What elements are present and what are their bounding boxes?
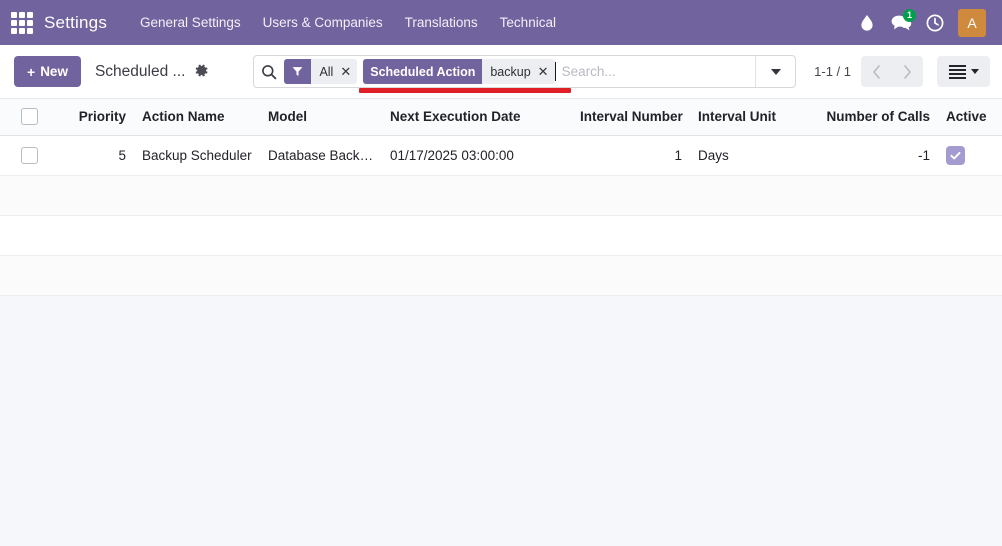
- table-header: Priority Action Name Model Next Executio…: [0, 99, 1002, 136]
- breadcrumb: Scheduled ...: [95, 63, 209, 81]
- search-facet-all-remove[interactable]: ✕: [340, 65, 351, 78]
- table-row[interactable]: 5 Backup Scheduler Database Backup 01/17…: [0, 135, 1002, 176]
- water-drop-icon: [861, 14, 873, 31]
- chevron-right-icon: [904, 64, 911, 79]
- pager-count[interactable]: 1-1 / 1: [814, 64, 855, 79]
- search-view: All ✕ Scheduled Action backup ✕: [253, 55, 797, 93]
- messages-button[interactable]: 1: [886, 8, 916, 38]
- breadcrumb-title[interactable]: Scheduled ...: [95, 63, 185, 81]
- search-icon: [254, 56, 284, 87]
- table-filler-row: [0, 255, 1002, 296]
- table-filler-row: [0, 175, 1002, 216]
- column-header-interval-unit[interactable]: Interval Unit: [690, 99, 818, 136]
- chevron-left-icon: [873, 64, 880, 79]
- search-dropdown-toggle[interactable]: [755, 56, 795, 87]
- list-view: Priority Action Name Model Next Executio…: [0, 99, 1002, 296]
- table-filler-cell: [0, 175, 1002, 216]
- table-header-row: Priority Action Name Model Next Executio…: [0, 99, 1002, 136]
- cell-interval-unit[interactable]: Days: [690, 135, 818, 176]
- chevron-down-icon: [770, 68, 781, 75]
- check-icon: [950, 151, 961, 159]
- column-header-select: [0, 99, 58, 136]
- table-filler-cell: [0, 255, 1002, 296]
- apps-menu-button[interactable]: [0, 0, 44, 45]
- pager-previous-button[interactable]: [861, 56, 892, 87]
- nav-item-translations[interactable]: Translations: [394, 9, 489, 36]
- search-highlight-underline: [359, 88, 572, 93]
- cell-active: [938, 135, 1002, 176]
- row-select-checkbox[interactable]: [20, 146, 38, 164]
- search-facet-scheduled-action-body: backup ✕: [482, 59, 555, 84]
- column-header-next-execution-date[interactable]: Next Execution Date: [382, 99, 572, 136]
- control-panel-right: 1-1 / 1: [814, 56, 990, 87]
- cell-number-of-calls[interactable]: -1: [818, 135, 938, 176]
- select-all-checkbox[interactable]: [20, 108, 38, 126]
- clock-icon: [926, 14, 944, 31]
- view-switcher-button[interactable]: [937, 56, 990, 87]
- activities-clock-button[interactable]: [920, 8, 950, 38]
- search-facet-all-label: All: [319, 64, 334, 79]
- column-header-interval-number[interactable]: Interval Number: [572, 99, 690, 136]
- filter-funnel-icon: [284, 59, 312, 84]
- search-facets: All ✕ Scheduled Action backup ✕: [284, 56, 555, 87]
- column-header-action-name[interactable]: Action Name: [134, 99, 260, 136]
- search-facet-all-body: All ✕: [311, 59, 358, 84]
- nav-item-technical[interactable]: Technical: [489, 9, 567, 36]
- messages-badge: 1: [903, 8, 916, 22]
- search-input[interactable]: [554, 62, 756, 81]
- column-header-model[interactable]: Model: [260, 99, 382, 136]
- user-avatar[interactable]: A: [958, 8, 986, 37]
- search-facet-all[interactable]: All ✕: [284, 59, 358, 84]
- control-panel: + New Scheduled ... All ✕ Scheduled Acti…: [0, 45, 1002, 99]
- nav-item-general-settings[interactable]: General Settings: [129, 9, 252, 36]
- column-header-number-of-calls[interactable]: Number of Calls: [818, 99, 938, 136]
- gear-icon[interactable]: [194, 63, 209, 81]
- app-brand-settings[interactable]: Settings: [44, 13, 107, 33]
- cell-next-execution-date[interactable]: 01/17/2025 03:00:00: [382, 135, 572, 176]
- table-body: 5 Backup Scheduler Database Backup 01/17…: [0, 135, 1002, 296]
- new-button[interactable]: + New: [14, 56, 81, 87]
- column-header-active[interactable]: Active: [938, 99, 1002, 136]
- table-filler-cell: [0, 215, 1002, 256]
- list-view-icon: [948, 64, 966, 79]
- plus-icon: +: [27, 63, 36, 80]
- navbar-menu: General Settings Users & Companies Trans…: [129, 9, 567, 36]
- new-button-label: New: [40, 64, 68, 79]
- pager-next-button[interactable]: [892, 56, 923, 87]
- cell-priority[interactable]: 5: [58, 135, 134, 176]
- table-filler-row: [0, 215, 1002, 256]
- row-select-cell: [0, 135, 58, 176]
- apps-grid-icon: [11, 11, 33, 34]
- nav-item-users-companies[interactable]: Users & Companies: [252, 9, 394, 36]
- search-facet-scheduled-action-remove[interactable]: ✕: [538, 65, 549, 78]
- cell-interval-number[interactable]: 1: [572, 135, 690, 176]
- column-header-priority[interactable]: Priority: [58, 99, 134, 136]
- cell-model[interactable]: Database Backup: [260, 135, 382, 176]
- activity-drop-button[interactable]: [852, 8, 882, 38]
- search-facet-scheduled-action-value: backup: [490, 64, 531, 79]
- chevron-down-icon: [970, 69, 979, 74]
- search-facet-scheduled-action-head: Scheduled Action: [363, 59, 483, 84]
- top-navbar: Settings General Settings Users & Compan…: [0, 0, 1002, 45]
- records-table: Priority Action Name Model Next Executio…: [0, 99, 1002, 296]
- active-checkbox-checked[interactable]: [946, 145, 965, 165]
- cell-action-name[interactable]: Backup Scheduler: [134, 135, 260, 176]
- search-facet-scheduled-action[interactable]: Scheduled Action backup ✕: [363, 59, 555, 84]
- navbar-systray: 1 A: [852, 8, 994, 38]
